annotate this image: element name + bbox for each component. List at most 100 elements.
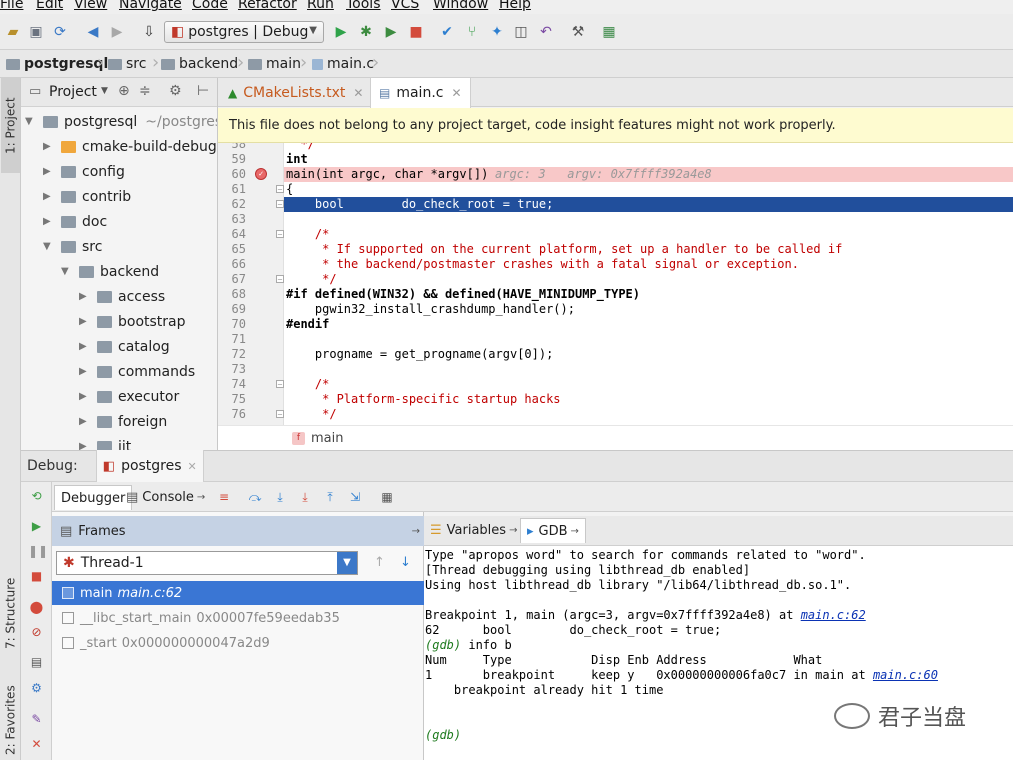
fold-marker-icon[interactable]: – [276, 380, 284, 388]
up-arrow-icon[interactable]: ↑ [374, 555, 385, 570]
fold-marker-icon[interactable]: – [276, 230, 284, 238]
vcs-update-icon[interactable]: ✔ [438, 23, 456, 41]
frame-row[interactable]: _start 0x000000000047a2d9 [52, 631, 424, 655]
tree-item[interactable]: ▶ access [79, 284, 165, 309]
run-icon[interactable]: ▶ [332, 23, 350, 41]
tab-favorites[interactable]: 2: Favorites [1, 683, 20, 758]
tab-structure[interactable]: 7: Structure [1, 573, 20, 653]
tab-gdb[interactable]: ▸ GDB → [520, 518, 586, 543]
gear-icon[interactable]: ⚙ [28, 680, 45, 697]
run-to-cursor-icon[interactable]: ⇲ [347, 489, 363, 505]
mute-breakpoints-icon[interactable]: ⊘ [28, 624, 45, 641]
source-link[interactable]: main.c:60 [873, 668, 938, 682]
tab-variables[interactable]: ☰ Variables → [424, 518, 523, 543]
back-arrow-icon[interactable]: ◀ [84, 23, 102, 41]
chevron-right-icon[interactable]: ▶ [79, 341, 91, 352]
vcs-commit-icon[interactable]: ✦ [488, 23, 506, 41]
menu-navigate[interactable]: Navigate [119, 0, 182, 12]
tree-item[interactable]: ▶ doc [43, 209, 107, 234]
chevron-right-icon[interactable]: ▶ [43, 166, 55, 177]
forward-arrow-icon[interactable]: ▶ [108, 23, 126, 41]
chevron-down-icon[interactable]: ▼ [101, 86, 108, 96]
tree-item[interactable]: ▶ cmake-build-debug [43, 134, 217, 159]
chevron-right-icon[interactable]: ▶ [79, 316, 91, 327]
revert-icon[interactable]: ↶ [537, 23, 555, 41]
structure-icon[interactable]: ▦ [600, 23, 618, 41]
breadcrumb-item[interactable]: src [108, 56, 146, 72]
tree-item[interactable]: ▼ backend [61, 259, 159, 284]
frame-row[interactable]: main main.c:62 [52, 581, 424, 605]
menu-help[interactable]: Help [499, 0, 531, 12]
chevron-right-icon[interactable]: ▶ [79, 291, 91, 302]
breadcrumb-item[interactable]: main [248, 56, 301, 72]
tree-item[interactable]: ▼ src [43, 234, 102, 259]
debug-session-tab[interactable]: ◧ postgres ✕ [95, 450, 204, 482]
close-icon[interactable]: ✕ [451, 86, 461, 100]
locate-icon[interactable]: ⊕ [118, 83, 130, 99]
chevron-right-icon[interactable]: ▶ [43, 141, 55, 152]
save-icon[interactable]: ▣ [27, 23, 45, 41]
chevron-right-icon[interactable]: ▶ [79, 416, 91, 427]
pause-icon[interactable]: ❚❚ [28, 543, 48, 560]
run-coverage-icon[interactable]: ▶ [382, 23, 400, 41]
chevron-down-icon[interactable]: ▼ [43, 241, 55, 252]
tree-item[interactable]: ▶ contrib [43, 184, 131, 209]
breakpoint-icon[interactable]: ✓ [255, 168, 267, 180]
frame-row[interactable]: __libc_start_main 0x00007fe59eedab35 [52, 606, 424, 630]
menu-refactor[interactable]: Refactor [238, 0, 297, 12]
menu-tools[interactable]: Tools [346, 0, 381, 12]
tree-item[interactable]: ▶ commands [79, 359, 195, 384]
gear-icon[interactable]: ⚙ [169, 83, 182, 99]
rerun-icon[interactable]: ⟲ [28, 488, 45, 505]
close-icon[interactable]: ✕ [353, 86, 363, 100]
tab-cmakelists[interactable]: ▲ CMakeLists.txt ✕ [220, 78, 371, 107]
fold-marker-icon[interactable]: – [276, 275, 284, 283]
current-function[interactable]: main [311, 431, 343, 446]
stop-icon[interactable]: ■ [407, 23, 425, 41]
debug-icon[interactable]: ✱ [357, 23, 375, 41]
close-icon[interactable]: ✕ [28, 736, 45, 753]
vcs-branch-icon[interactable]: ⑂ [463, 23, 481, 41]
settings-wrench-icon[interactable]: ⚒ [569, 23, 587, 41]
breadcrumb-item[interactable]: main.c [312, 56, 374, 72]
menu-edit[interactable]: Edit [36, 0, 63, 12]
tree-item[interactable]: ▼ postgresql ~/postgresq [25, 109, 217, 134]
open-folder-icon[interactable]: ▰ [4, 23, 22, 41]
pin-icon[interactable]: ✎ [28, 711, 45, 728]
thread-select[interactable]: ✱ Thread-1 ▼ [56, 551, 358, 575]
pin-arrow-icon[interactable]: → [412, 526, 420, 537]
tab-main-c[interactable]: ▤ main.c ✕ [370, 78, 471, 108]
chevron-down-icon[interactable]: ▼ [61, 266, 73, 277]
tree-item[interactable]: ▶ bootstrap [79, 309, 186, 334]
evaluate-expression-icon[interactable]: ▦ [379, 489, 395, 505]
chevron-right-icon[interactable]: ▶ [43, 191, 55, 202]
compare-icon[interactable]: ◫ [512, 23, 530, 41]
fold-marker-icon[interactable]: – [276, 185, 284, 193]
step-out-icon[interactable]: ⤒ [322, 489, 338, 505]
gdb-input-line[interactable]: (gdb) [425, 728, 461, 743]
step-into-icon[interactable]: ⤓ [272, 489, 288, 505]
layout-icon[interactable]: ▤ [28, 654, 45, 671]
chevron-right-icon[interactable]: ▶ [43, 216, 55, 227]
stop-icon[interactable]: ■ [28, 568, 45, 585]
step-over-icon[interactable]: ⤼ [247, 489, 263, 505]
menu-vcs[interactable]: VCS [391, 0, 419, 12]
menu-file[interactable]: File [0, 0, 23, 12]
breadcrumb-item[interactable]: backend [161, 56, 238, 72]
menu-code[interactable]: Code [192, 0, 228, 12]
source-link[interactable]: main.c:62 [801, 608, 866, 622]
fold-marker-icon[interactable]: – [276, 200, 284, 208]
hide-panel-icon[interactable]: ⊢ [197, 83, 209, 99]
tree-item[interactable]: ▶ executor [79, 384, 179, 409]
chevron-right-icon[interactable]: ▶ [79, 391, 91, 402]
tree-item[interactable]: ▶ foreign [79, 409, 167, 434]
breadcrumb-item[interactable]: postgresql [6, 56, 108, 72]
code-editor[interactable]: 58 59 60 61 – 62 – 63 64 – 65 66 67 – 68 69 70 71 72 73 74 – 7… [218, 143, 1013, 425]
chevron-right-icon[interactable]: ▶ [79, 366, 91, 377]
tab-project[interactable]: 1: Project [1, 78, 20, 173]
chevron-down-icon[interactable]: ▼ [25, 116, 37, 127]
down-arrow-icon[interactable]: ↓ [400, 555, 411, 570]
view-breakpoints-icon[interactable]: ⬤ [28, 599, 45, 616]
run-configuration-select[interactable]: ◧ postgres | Debug ▼ [164, 21, 324, 43]
tree-item[interactable]: ▶ config [43, 159, 125, 184]
